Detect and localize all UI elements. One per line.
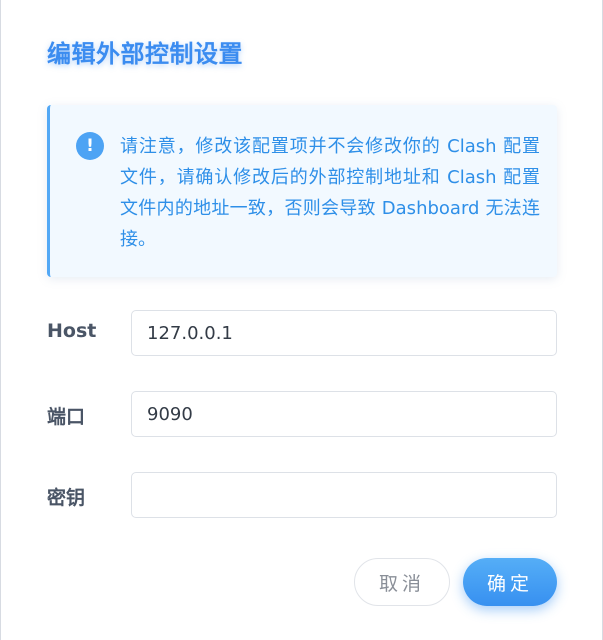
confirm-button[interactable]: 确定 [463,558,557,606]
info-icon: ! [76,132,104,160]
cancel-button[interactable]: 取消 [354,558,450,606]
info-alert: ! 请注意，修改该配置项并不会修改你的 Clash 配置文件，请确认修改后的外部… [47,105,557,277]
host-input[interactable] [131,310,557,356]
secret-label: 密钥 [47,487,86,509]
host-label: Host [47,320,97,342]
port-label: 端口 [47,406,86,428]
dialog-title: 编辑外部控制设置 [47,40,243,68]
edit-external-control-dialog: 编辑外部控制设置 ! 请注意，修改该配置项并不会修改你的 Clash 配置文件，… [0,0,603,640]
port-input[interactable] [131,391,557,437]
secret-input[interactable] [131,472,557,518]
alert-message: 请注意，修改该配置项并不会修改你的 Clash 配置文件，请确认修改后的外部控制… [120,136,540,250]
